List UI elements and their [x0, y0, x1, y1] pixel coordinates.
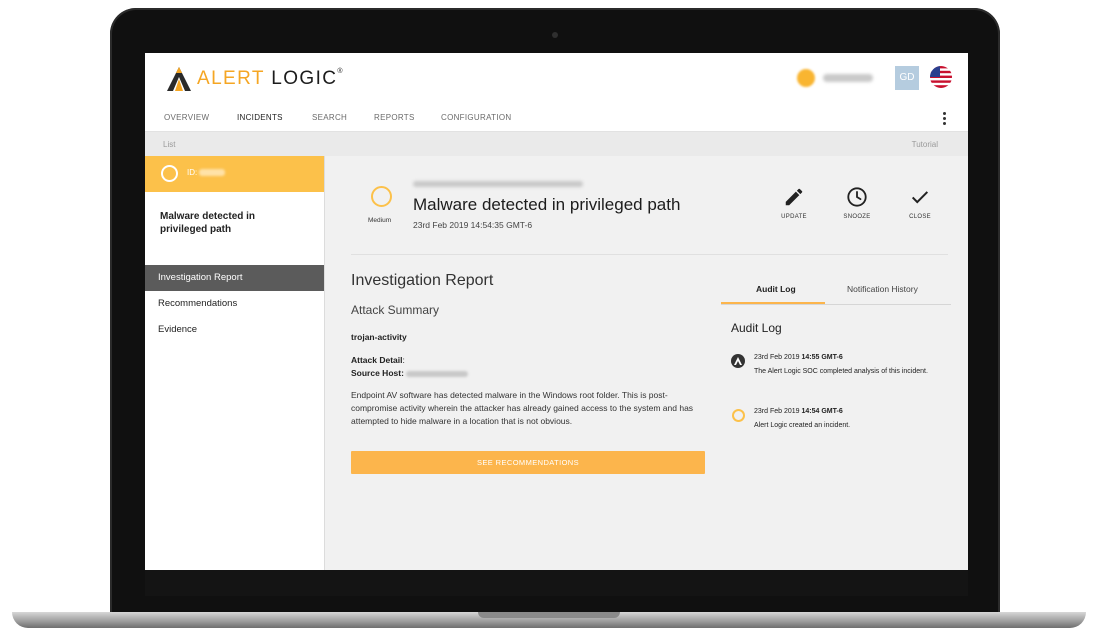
incident-id: ID:: [187, 168, 226, 177]
nav-search[interactable]: SEARCH: [312, 113, 347, 122]
account-icon: [797, 69, 815, 87]
logo-mark-icon: [167, 67, 191, 91]
tutorial-link[interactable]: Tutorial: [912, 140, 938, 149]
audit-entry-time: 14:54 GMT-6: [801, 408, 843, 415]
alert-logic-logo[interactable]: ALERT LOGIC®: [165, 63, 344, 95]
active-tab-indicator: [721, 302, 825, 304]
breadcrumb-list[interactable]: List: [163, 140, 175, 149]
laptop-notch: [478, 612, 620, 618]
attack-detail-row: Attack Detail:: [351, 355, 405, 365]
incident-date: 23rd Feb 2019 14:54:35 GMT-6: [413, 220, 533, 230]
update-label: UPDATE: [781, 214, 807, 220]
logo-word-alert: ALERT: [197, 68, 265, 89]
severity-ring-icon: [161, 165, 178, 182]
sidebar-menu: Investigation Report Recommendations Evi…: [145, 265, 324, 343]
account-selector[interactable]: [797, 69, 873, 87]
sidebar-item-recommendations[interactable]: Recommendations: [145, 291, 324, 317]
source-host-label: Source Host: [351, 368, 402, 378]
more-options-icon[interactable]: [941, 110, 947, 127]
main-nav: OVERVIEW INCIDENTS SEARCH REPORTS CONFIG…: [145, 105, 968, 132]
account-name-redacted: [823, 74, 873, 82]
audit-entry-date-prefix: 23rd Feb 2019: [754, 408, 800, 415]
audit-tabs: Audit Log Notification History: [721, 276, 951, 305]
see-recommendations-button[interactable]: SEE RECOMMENDATIONS: [351, 451, 705, 474]
close-button[interactable]: CLOSE: [900, 186, 940, 220]
nav-incidents[interactable]: INCIDENTS: [237, 113, 283, 122]
us-flag-icon[interactable]: [930, 66, 952, 88]
clock-icon: [847, 187, 867, 207]
investigation-report-heading: Investigation Report: [351, 272, 494, 289]
top-bar: ALERT LOGIC® GD: [145, 53, 968, 105]
pencil-icon: [785, 188, 803, 206]
attack-summary-heading: Attack Summary: [351, 303, 440, 317]
severity-label: Medium: [368, 217, 392, 224]
nav-overview[interactable]: OVERVIEW: [164, 113, 209, 122]
user-avatar[interactable]: GD: [895, 66, 919, 90]
audit-entry-date: 23rd Feb 2019 14:55 GMT-6: [754, 354, 843, 361]
incident-id-label: ID:: [187, 168, 198, 177]
incident-id-redacted: [199, 169, 226, 177]
nav-reports[interactable]: REPORTS: [374, 113, 415, 122]
breadcrumb: List Tutorial: [145, 132, 968, 156]
tab-notification-history[interactable]: Notification History: [847, 284, 918, 294]
sidebar-item-evidence[interactable]: Evidence: [145, 317, 324, 343]
audit-entry-time: 14:55 GMT-6: [801, 354, 843, 361]
audit-log-heading: Audit Log: [731, 321, 782, 335]
logo-word-logic: LOGIC: [271, 68, 338, 89]
attack-type: trojan-activity: [351, 332, 407, 342]
attack-detail-label: Attack Detail: [351, 355, 403, 365]
update-button[interactable]: UPDATE: [774, 186, 814, 220]
incident-subtitle-redacted: [413, 181, 583, 187]
source-host-row: Source Host:: [351, 367, 469, 380]
source-host-redacted: [406, 370, 469, 377]
close-label: CLOSE: [909, 214, 931, 220]
attack-description: Endpoint AV software has detected malwar…: [351, 390, 694, 426]
snooze-button[interactable]: SNOOZE: [837, 186, 877, 220]
incident-id-header: ID:: [145, 156, 324, 192]
incident-title: Malware detected in privileged path: [413, 195, 681, 214]
audit-entry-date-prefix: 23rd Feb 2019: [754, 354, 800, 361]
registered-mark: ®: [337, 68, 344, 75]
snooze-label: SNOOZE: [843, 214, 871, 220]
nav-configuration[interactable]: CONFIGURATION: [441, 113, 511, 122]
sidebar-incident-title: Malware detected in privileged path: [160, 211, 256, 235]
laptop-bezel: [145, 570, 968, 596]
app-screen: ALERT LOGIC® GD OVERVIEW INCIDENTS SEARC…: [145, 53, 968, 570]
severity-ring-icon: [371, 186, 392, 207]
incident-sidebar: ID: Malware detected in privileged path …: [145, 156, 325, 570]
audit-entry-date: 23rd Feb 2019 14:54 GMT-6: [754, 408, 843, 415]
sidebar-item-investigation-report[interactable]: Investigation Report: [145, 265, 324, 291]
attack-details: Attack Detail: Source Host:: [351, 354, 469, 380]
alertlogic-a-icon: [731, 354, 745, 368]
camera-icon: [552, 32, 558, 38]
audit-entry-text: The Alert Logic SOC completed analysis o…: [754, 368, 928, 375]
main-panel: Medium Malware detected in privileged pa…: [325, 156, 968, 570]
logo-wordmark: ALERT LOGIC®: [197, 68, 344, 90]
ring-icon: [732, 409, 745, 422]
header-divider: [351, 254, 948, 255]
audit-entry-text: Alert Logic created an incident.: [754, 422, 851, 429]
tab-audit-log[interactable]: Audit Log: [756, 284, 796, 294]
checkmark-icon: [911, 191, 929, 204]
